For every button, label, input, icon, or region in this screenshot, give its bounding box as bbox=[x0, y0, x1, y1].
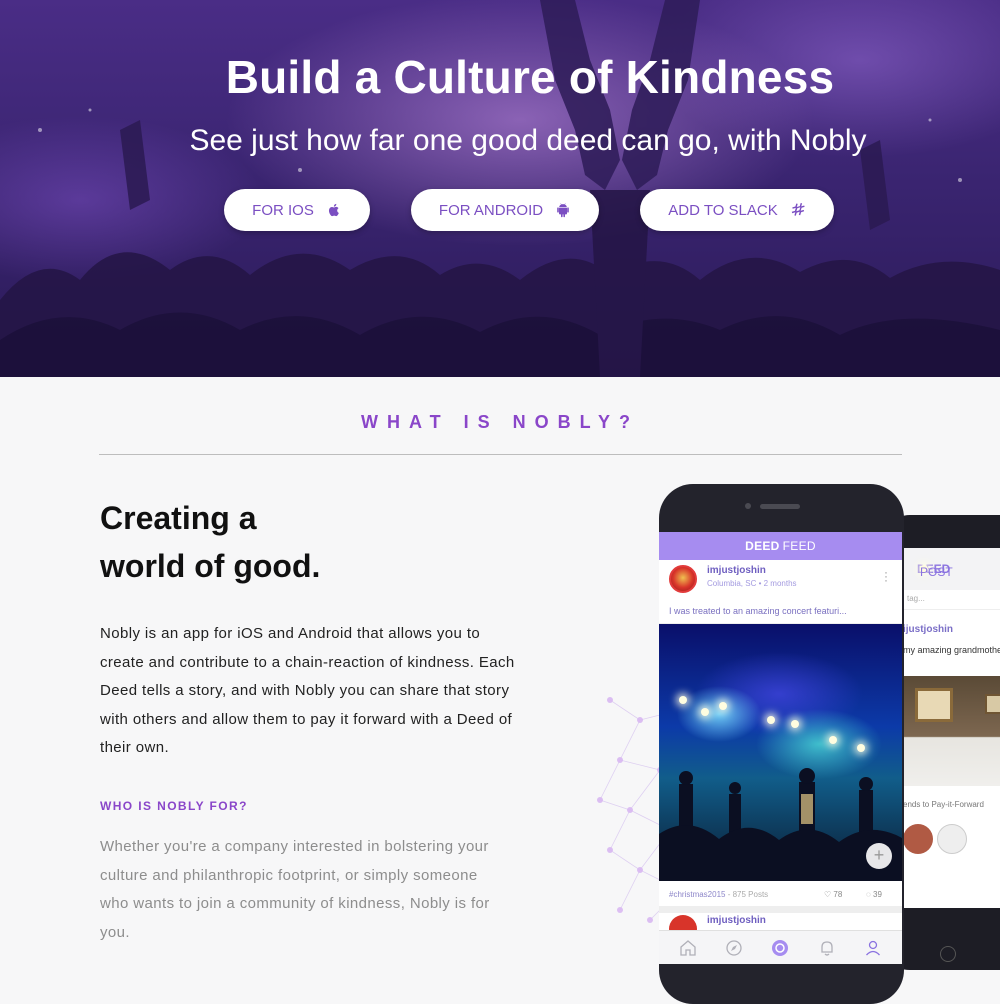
deed-post-header: DEED POST bbox=[903, 548, 1000, 590]
stage-light bbox=[791, 720, 799, 728]
more-options-icon[interactable]: · · · bbox=[884, 566, 888, 586]
hashtag-posts: - 875 Posts bbox=[727, 890, 769, 899]
hero-subtitle: See just how far one good deed can go, w… bbox=[189, 124, 867, 157]
phone-speaker bbox=[760, 504, 800, 509]
back-username: ijustjoshin bbox=[903, 624, 953, 635]
deed-feed-screen: DEED FEED imjustjoshin Columbia, SC • 2 … bbox=[659, 532, 902, 964]
stage-light bbox=[857, 744, 865, 752]
who-is-nobly-for-heading: WHO IS NOBLY FOR? bbox=[100, 799, 248, 813]
add-to-slack-button[interactable]: ADD TO SLACK bbox=[640, 189, 834, 231]
who-is-nobly-for-paragraph: Whether you're a company interested in b… bbox=[100, 838, 490, 941]
heart-icon: ♡ bbox=[824, 890, 832, 899]
grandmother-photo bbox=[903, 676, 1000, 786]
description-paragraph: Nobly is an app for iOS and Android that… bbox=[100, 625, 515, 756]
deed-post-header-light: POST bbox=[920, 565, 953, 579]
band-silhouettes bbox=[659, 768, 902, 881]
stage-light bbox=[679, 696, 687, 704]
post-time: • 2 months bbox=[758, 579, 797, 588]
tag-input[interactable]: tag... bbox=[903, 590, 1000, 610]
deed-feed-header-light: FEED bbox=[782, 539, 816, 553]
android-icon bbox=[557, 203, 569, 218]
for-ios-button[interactable]: FOR IOS bbox=[224, 189, 370, 231]
section-divider bbox=[99, 454, 902, 455]
add-to-slack-label: ADD TO SLACK bbox=[668, 201, 778, 219]
hero-banner: Build a Culture of Kindness See just how… bbox=[0, 0, 1000, 377]
section-heading: WHAT IS NOBLY? bbox=[361, 412, 639, 432]
add-deed-button[interactable]: + bbox=[866, 843, 892, 869]
comments-count: 39 bbox=[873, 890, 882, 899]
friend-avatar[interactable] bbox=[903, 824, 933, 854]
for-ios-label: FOR IOS bbox=[252, 201, 314, 219]
picture-frame-small bbox=[985, 694, 1000, 714]
friend-avatar[interactable] bbox=[937, 824, 967, 854]
headline-line-2: world of good. bbox=[100, 548, 321, 584]
hero-title: Build a Culture of Kindness bbox=[225, 51, 835, 103]
picture-frame bbox=[915, 688, 953, 722]
deed-feed-header: DEED FEED bbox=[659, 532, 902, 560]
post-caption: I was treated to an amazing concert feat… bbox=[659, 598, 902, 624]
post-stats: #christmas2015 - 875 Posts ♡ 78 ◌ 39 bbox=[659, 881, 902, 907]
bell-icon[interactable] bbox=[818, 939, 836, 957]
pay-it-forward-text: ends to Pay-it-Forward bbox=[903, 800, 984, 809]
stage-light bbox=[829, 736, 837, 744]
post-username[interactable]: imjustjoshin bbox=[707, 565, 766, 576]
home-icon[interactable] bbox=[679, 939, 697, 957]
phone-camera bbox=[745, 503, 751, 509]
concert-photo: + bbox=[659, 624, 902, 881]
stage-light bbox=[701, 708, 709, 716]
hashtag[interactable]: #christmas2015 - 875 Posts bbox=[669, 890, 768, 899]
deed-post-screen: DEED POST tag... ijustjoshin my amazing … bbox=[903, 548, 1000, 908]
compass-icon[interactable] bbox=[725, 939, 743, 957]
slack-icon bbox=[791, 203, 805, 216]
for-android-label: FOR ANDROID bbox=[438, 201, 544, 219]
comments[interactable]: ◌ 39 bbox=[866, 890, 882, 899]
likes-count: 78 bbox=[833, 890, 843, 899]
hashtag-name: #christmas2015 bbox=[669, 890, 726, 899]
home-button bbox=[940, 946, 956, 962]
likes[interactable]: ♡ 78 bbox=[824, 890, 842, 899]
post-header: imjustjoshin Columbia, SC • 2 months · · · bbox=[659, 560, 902, 598]
comment-icon: ◌ bbox=[866, 890, 871, 899]
profile-icon[interactable] bbox=[864, 939, 882, 957]
post-location: Columbia, SC • 2 months bbox=[707, 579, 797, 588]
next-post-username: imjustjoshin bbox=[707, 915, 766, 926]
post-location-city: Columbia, SC bbox=[707, 579, 757, 588]
deed-feed-header-bold: DEED bbox=[745, 539, 780, 553]
headline: Creating a world of good. bbox=[100, 494, 460, 590]
for-android-button[interactable]: FOR ANDROID bbox=[411, 189, 599, 231]
avatar[interactable] bbox=[669, 565, 697, 593]
next-post: imjustjoshin bbox=[659, 907, 902, 943]
tab-bar bbox=[659, 930, 902, 964]
stage-light bbox=[767, 716, 775, 724]
deed-icon[interactable] bbox=[771, 939, 789, 957]
stage-light bbox=[719, 702, 727, 710]
apple-icon bbox=[328, 203, 339, 217]
headline-line-1: Creating a bbox=[100, 500, 257, 536]
back-caption: my amazing grandmother bbox=[903, 645, 1000, 655]
